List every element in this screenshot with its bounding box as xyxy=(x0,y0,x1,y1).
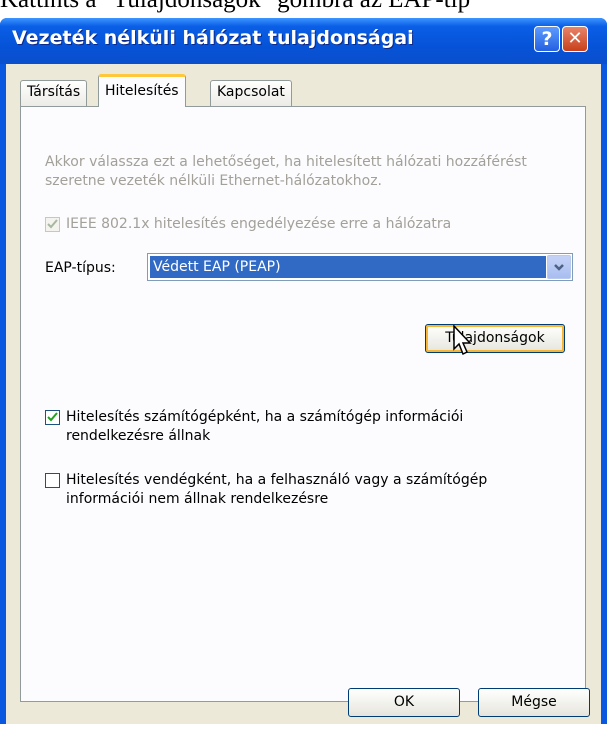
computer-auth-label: Hitelesítés számítógépként, ha a számító… xyxy=(66,409,464,444)
window-title: Vezeték nélküli hálózat tulajdonságai xyxy=(12,27,414,49)
auth-tab-panel: Akkor válassza ezt a lehetőséget, ha hit… xyxy=(20,106,586,702)
dropdown-button[interactable] xyxy=(547,255,571,279)
help-button[interactable]: ? xyxy=(534,26,560,52)
cancel-button[interactable]: Mégse xyxy=(478,688,590,717)
auth-description: Akkor válassza ezt a lehetőséget, ha hit… xyxy=(45,154,527,189)
chevron-down-icon xyxy=(554,264,564,271)
ieee-8021x-option: IEEE 802.1x hitelesítés engedélyezése er… xyxy=(45,215,546,234)
computer-auth-checkbox[interactable] xyxy=(45,410,60,425)
dialog-client-area: Társítás Hitelesítés Kapcsolat Akkor vál… xyxy=(6,64,601,724)
eap-type-value: Védett EAP (PEAP) xyxy=(150,256,546,278)
guest-auth-checkbox[interactable] xyxy=(45,473,60,488)
computer-auth-option: Hitelesítés számítógépként, ha a számító… xyxy=(45,408,546,446)
check-icon xyxy=(47,219,58,229)
guest-auth-label: Hitelesítés vendégként, ha a felhasználó… xyxy=(66,472,488,507)
close-button[interactable]: ✕ xyxy=(562,26,588,52)
eap-type-label: EAP-típus: xyxy=(45,260,116,276)
ieee-8021x-label: IEEE 802.1x hitelesítés engedélyezése er… xyxy=(66,216,452,232)
check-icon xyxy=(47,412,58,422)
guest-auth-option: Hitelesítés vendégként, ha a felhasználó… xyxy=(45,471,546,509)
mouse-pointer-icon xyxy=(453,325,472,356)
title-bar[interactable]: Vezeték nélküli hálózat tulajdonságai ? … xyxy=(0,18,607,64)
ok-button[interactable]: OK xyxy=(348,688,460,717)
document-partial-text: Kattints a "Tulajdonságok" gombra az EAP… xyxy=(0,0,607,14)
tab-hitelesites[interactable]: Hitelesítés xyxy=(98,74,186,107)
tab-kapcsolat[interactable]: Kapcsolat xyxy=(210,80,292,106)
properties-dialog: Vezeték nélküli hálózat tulajdonságai ? … xyxy=(0,18,607,724)
ieee-8021x-checkbox[interactable] xyxy=(45,217,60,232)
tab-tarsitas[interactable]: Társítás xyxy=(20,80,88,106)
properties-button[interactable]: Tulajdonságok xyxy=(425,324,565,353)
eap-type-select[interactable]: Védett EAP (PEAP) xyxy=(147,253,573,281)
